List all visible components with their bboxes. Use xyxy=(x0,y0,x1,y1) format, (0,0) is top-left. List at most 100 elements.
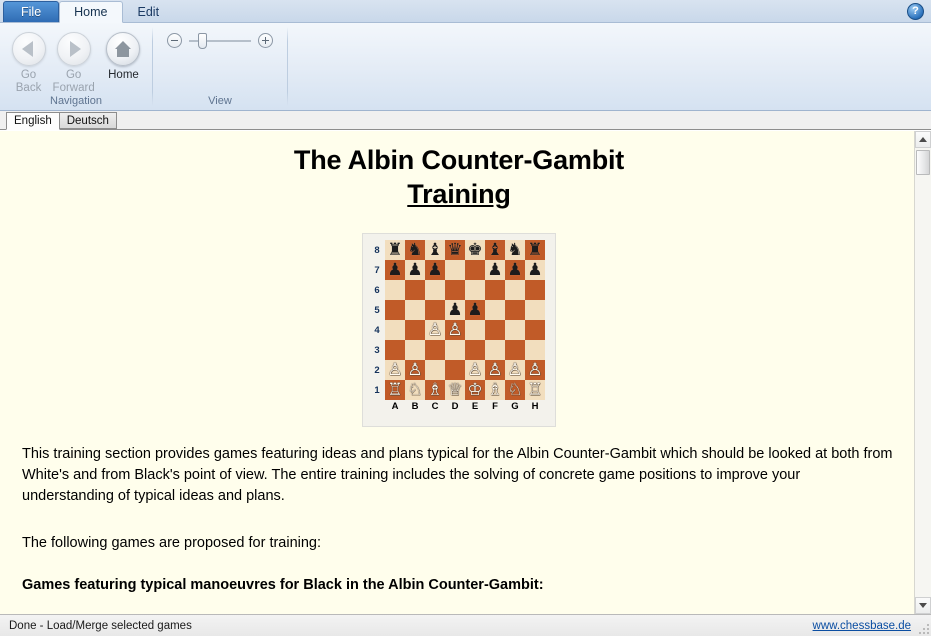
chessboard-square[interactable] xyxy=(525,280,545,300)
chessboard-square[interactable] xyxy=(405,320,425,340)
chessboard-square[interactable]: ♖ xyxy=(385,380,405,400)
chessboard-square[interactable]: ♙ xyxy=(425,320,445,340)
chessboard-rank-row: 3 xyxy=(369,340,549,360)
chessboard-square[interactable] xyxy=(445,360,465,380)
chessboard-square[interactable] xyxy=(505,280,525,300)
chessboard-square[interactable]: ♕ xyxy=(445,380,465,400)
chessboard-square[interactable]: ♔ xyxy=(465,380,485,400)
zoom-track[interactable] xyxy=(189,32,251,49)
chessboard-square[interactable] xyxy=(425,280,445,300)
chessboard-square[interactable]: ♞ xyxy=(505,240,525,260)
ribbon: Go Back Go Forward Home Navigation View xyxy=(0,23,931,111)
chessboard-square[interactable] xyxy=(525,300,545,320)
chessboard-square[interactable]: ♙ xyxy=(465,360,485,380)
chessboard-square[interactable] xyxy=(385,300,405,320)
chess-piece-bP: ♟ xyxy=(467,300,483,319)
chessboard-square[interactable] xyxy=(425,360,445,380)
tab-home[interactable]: Home xyxy=(59,1,123,23)
chessboard-square[interactable] xyxy=(385,340,405,360)
chessboard-square[interactable] xyxy=(405,340,425,360)
chessboard-square[interactable]: ♙ xyxy=(385,360,405,380)
chessboard-square[interactable] xyxy=(525,340,545,360)
chessboard-square[interactable]: ♘ xyxy=(505,380,525,400)
chessboard-square[interactable] xyxy=(445,260,465,280)
chevron-up-icon xyxy=(919,137,927,142)
chess-piece-wP: ♙ xyxy=(447,320,463,339)
chessboard-square[interactable] xyxy=(465,320,485,340)
zoom-out-icon[interactable] xyxy=(167,33,182,48)
tab-file[interactable]: File xyxy=(3,1,60,22)
scroll-thumb[interactable] xyxy=(916,150,930,175)
chessboard-square[interactable]: ♗ xyxy=(485,380,505,400)
zoom-slider[interactable] xyxy=(159,31,281,49)
chessboard-square[interactable]: ♟ xyxy=(485,260,505,280)
chessboard-square[interactable] xyxy=(505,300,525,320)
home-icon xyxy=(106,32,141,66)
chessboard-square[interactable] xyxy=(425,300,445,320)
chessboard-square[interactable]: ♙ xyxy=(445,320,465,340)
chessboard-square[interactable]: ♖ xyxy=(525,380,545,400)
chessboard-square[interactable] xyxy=(465,280,485,300)
chessboard-square[interactable] xyxy=(445,340,465,360)
chessboard-square[interactable] xyxy=(505,320,525,340)
chessboard-square[interactable]: ♚ xyxy=(465,240,485,260)
chessboard-square[interactable] xyxy=(485,320,505,340)
chessboard-square[interactable]: ♟ xyxy=(405,260,425,280)
chessboard-square[interactable] xyxy=(405,300,425,320)
tab-deutsch[interactable]: Deutsch xyxy=(58,112,117,129)
go-forward-button[interactable]: Go Forward xyxy=(51,29,96,95)
home-button[interactable]: Home xyxy=(101,29,146,82)
chessboard-square[interactable]: ♗ xyxy=(425,380,445,400)
chessboard-square[interactable]: ♙ xyxy=(505,360,525,380)
chessboard-square[interactable] xyxy=(445,280,465,300)
chessboard-square[interactable]: ♝ xyxy=(485,240,505,260)
chessboard-square[interactable]: ♙ xyxy=(525,360,545,380)
chessboard-square[interactable] xyxy=(505,340,525,360)
chess-piece-bB: ♝ xyxy=(427,240,443,259)
chessboard-square[interactable]: ♞ xyxy=(405,240,425,260)
chessboard-square[interactable] xyxy=(525,320,545,340)
chessboard-square[interactable] xyxy=(405,280,425,300)
go-forward-label-2: Forward xyxy=(52,82,95,94)
scroll-down-button[interactable] xyxy=(915,597,931,614)
status-link[interactable]: www.chessbase.de xyxy=(813,620,911,632)
chessboard-square[interactable]: ♟ xyxy=(505,260,525,280)
chessboard-square[interactable]: ♟ xyxy=(465,300,485,320)
zoom-in-icon[interactable] xyxy=(258,33,273,48)
chessboard-square[interactable] xyxy=(485,340,505,360)
chessboard-square[interactable] xyxy=(465,260,485,280)
ribbon-filler xyxy=(288,23,931,110)
chessboard-square[interactable] xyxy=(385,280,405,300)
scroll-track[interactable] xyxy=(915,148,931,597)
chessboard-square[interactable]: ♝ xyxy=(425,240,445,260)
chessboard-square[interactable] xyxy=(485,280,505,300)
chessboard-file-label: H xyxy=(531,401,539,412)
help-icon[interactable]: ? xyxy=(907,3,924,20)
chessboard-rank-row: 5 ♟ ♟ xyxy=(369,300,549,320)
chessboard-square[interactable]: ♟ xyxy=(525,260,545,280)
chessboard-square[interactable] xyxy=(385,320,405,340)
chessboard-square[interactable]: ♙ xyxy=(405,360,425,380)
go-back-button[interactable]: Go Back xyxy=(6,29,51,95)
chessboard-square[interactable]: ♟ xyxy=(445,300,465,320)
chessboard-square[interactable]: ♘ xyxy=(405,380,425,400)
go-back-label-1: Go xyxy=(20,69,37,81)
chessboard-square[interactable]: ♟ xyxy=(385,260,405,280)
chessboard-square[interactable]: ♙ xyxy=(485,360,505,380)
arrow-left-icon xyxy=(11,32,46,66)
tab-english[interactable]: English xyxy=(6,112,60,130)
chessboard-square[interactable]: ♟ xyxy=(425,260,445,280)
chessboard-square[interactable] xyxy=(465,340,485,360)
chessboard-square[interactable]: ♜ xyxy=(385,240,405,260)
vertical-scrollbar[interactable] xyxy=(914,131,931,614)
chessboard-square[interactable] xyxy=(485,300,505,320)
resize-grip-icon[interactable] xyxy=(916,621,929,634)
chessboard-square[interactable]: ♜ xyxy=(525,240,545,260)
chessboard-square[interactable]: ♛ xyxy=(445,240,465,260)
chessboard-square[interactable] xyxy=(425,340,445,360)
tab-edit[interactable]: Edit xyxy=(123,1,175,22)
chessboard-corner-spacer xyxy=(369,401,385,412)
chessboard-rank-label: 2 xyxy=(374,364,380,376)
zoom-thumb[interactable] xyxy=(198,32,207,49)
scroll-up-button[interactable] xyxy=(915,131,931,148)
